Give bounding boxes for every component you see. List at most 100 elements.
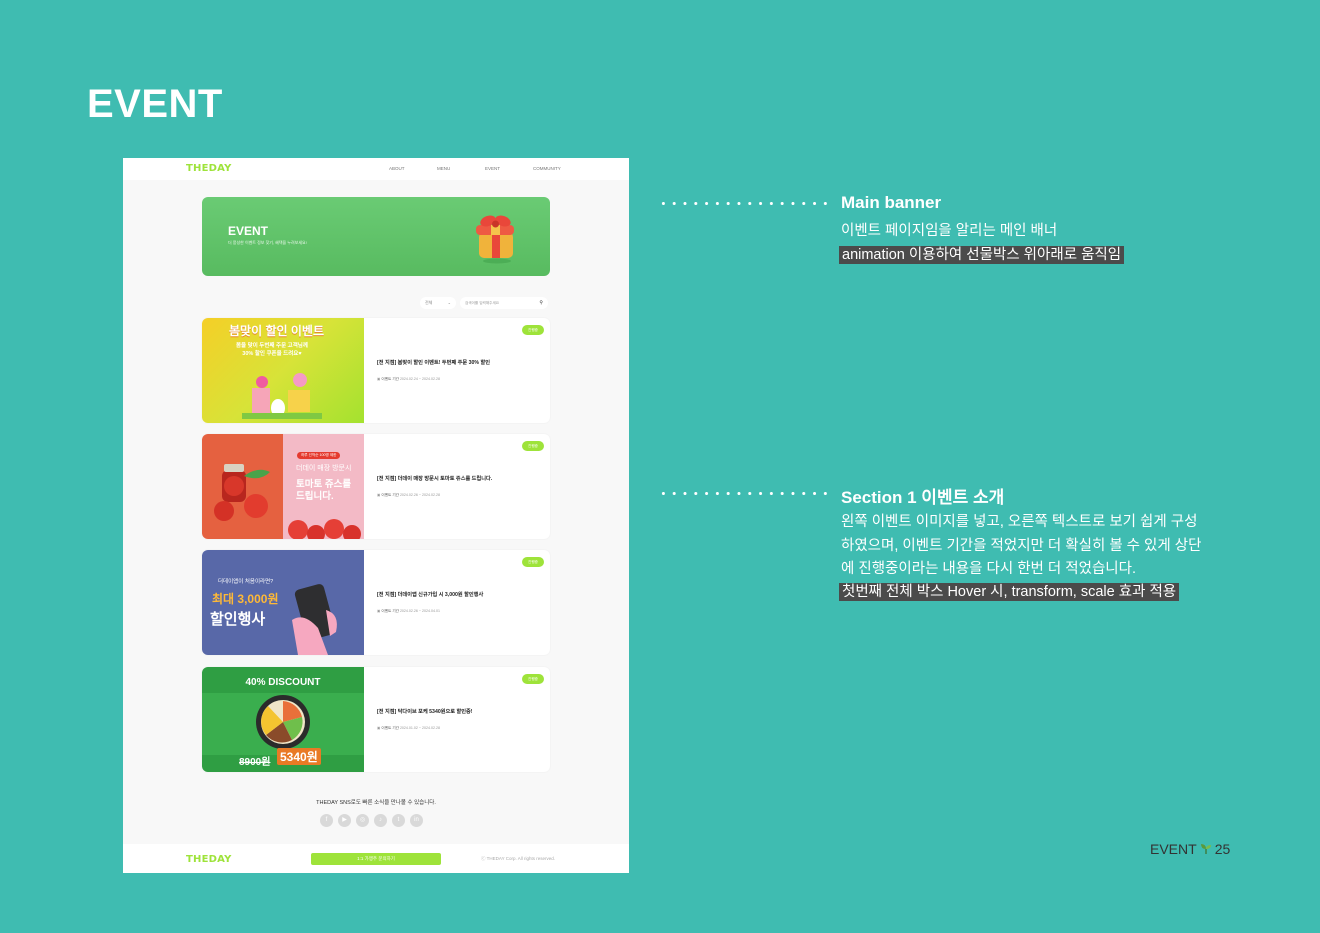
event-title: [전 지점] 닥다이브 포케 5340원으로 할인중! bbox=[377, 709, 473, 715]
event-card[interactable]: 하루 선착순 100명 제한 더데이 매장 방문시 토마토 쥬스를 드립니다. … bbox=[202, 434, 550, 539]
category-select-value: 전체 bbox=[425, 300, 433, 305]
banner-title: EVENT bbox=[228, 224, 269, 238]
event-date-value: 2024.02.26 ~ 2024.04.01 bbox=[399, 609, 441, 613]
search-input[interactable]: 검색어를 입력해주세요 ⚲ bbox=[460, 297, 548, 309]
mock-nav-menu: ABOUT MENU EVENT COMMUNITY bbox=[389, 166, 581, 171]
event-title: [전 지점] 더데이앱 신규가입 시 3,000원 할인행사 bbox=[377, 592, 484, 598]
sns-icon-row: f ▶ ◎ ♪ t in bbox=[320, 814, 423, 827]
event-image-spring: 봄맞이 할인 이벤트 봄을 맞이 두번째 주문 고객님께 30% 할인 쿠폰을 … bbox=[202, 318, 364, 423]
poke-bowl-illustration bbox=[256, 695, 310, 749]
event-image-line: 최대 3,000원 bbox=[212, 592, 279, 606]
status-badge: 진행중 bbox=[522, 325, 544, 335]
youtube-icon[interactable]: ▶ bbox=[338, 814, 351, 827]
event-date-value: 2024.02.26 ~ 2024.02.28 bbox=[399, 493, 441, 497]
event-date-label: 이벤트 기간 bbox=[381, 377, 399, 381]
page-number-value: 25 bbox=[1214, 841, 1231, 857]
event-image-line: 봄을 맞이 두번째 주문 고객님께 bbox=[236, 343, 308, 349]
facebook-icon[interactable]: f bbox=[320, 814, 333, 827]
twitter-icon[interactable]: t bbox=[392, 814, 405, 827]
mock-footer: THEDAY 1:1 가맹주 문의하기 ⓒ THEDAY Corp. All r… bbox=[123, 844, 629, 873]
page-number: EVENT 25 bbox=[1150, 841, 1230, 857]
event-image-poke: 40% DISCOUNT 8900원 5340원 bbox=[202, 667, 364, 772]
event-image-pill: 하루 선착순 100명 제한 bbox=[297, 452, 341, 459]
event-date: ▣ 이벤트 기간 2024.02.26 ~ 2024.04.01 bbox=[377, 609, 440, 614]
flowers-gifts-illustration bbox=[242, 373, 322, 419]
event-image-line: 토마토 쥬스를 bbox=[296, 479, 352, 490]
annotation-title: Section 1 이벤트 소개 bbox=[841, 488, 1005, 507]
tomatoes-illustration bbox=[288, 519, 361, 539]
event-info: 진행중 [전 지점] 봄맞이 할인 이벤트! 두번째 주문 30% 할인 ▣ 이… bbox=[377, 318, 550, 423]
nav-item-about[interactable]: ABOUT bbox=[389, 166, 437, 171]
event-date-value: 2024.01.02 ~ 2024.02.28 bbox=[399, 726, 441, 730]
footer-logo[interactable]: THEDAY bbox=[186, 854, 232, 865]
event-title: [전 지점] 봄맞이 할인 이벤트! 두번째 주문 30% 할인 bbox=[377, 360, 491, 366]
annotation-text: 하였으며, 이벤트 기간을 적었지만 더 확실히 볼 수 있게 상단 bbox=[841, 538, 1202, 554]
event-date: ▣ 이벤트 기간 2024.02.24 ~ 2024.02.28 bbox=[377, 377, 440, 382]
old-price: 8900원 bbox=[239, 757, 271, 768]
event-date: ▣ 이벤트 기간 2024.01.02 ~ 2024.02.28 bbox=[377, 726, 440, 731]
annotation-text: 왼쪽 이벤트 이미지를 넣고, 오른쪽 텍스트로 보기 쉽게 구성 bbox=[841, 514, 1198, 530]
status-badge: 진행중 bbox=[522, 441, 544, 451]
event-info: 진행중 [전 지점] 더데이 매장 방문시 토마토 쥬스를 드립니다. ▣ 이벤… bbox=[377, 434, 550, 539]
page-section-label: EVENT bbox=[1150, 841, 1197, 857]
event-image-tomato: 하루 선착순 100명 제한 더데이 매장 방문시 토마토 쥬스를 드립니다. bbox=[202, 434, 364, 539]
annotation-leader-dots bbox=[658, 202, 828, 205]
instagram-icon[interactable]: ◎ bbox=[356, 814, 369, 827]
inquiry-button[interactable]: 1:1 가맹주 문의하기 bbox=[311, 853, 441, 865]
event-image-line: 드립니다. bbox=[296, 491, 334, 502]
annotation-highlight: animation 이용하여 선물박스 위아래로 움직임 bbox=[839, 244, 1125, 268]
annotation-text: 에 진행중이라는 내용을 다시 한번 더 적었습니다. bbox=[841, 561, 1136, 577]
event-info: 진행중 [전 지점] 더데이앱 신규가입 시 3,000원 할인행사 ▣ 이벤트… bbox=[377, 550, 550, 655]
copyright-text: ⓒ THEDAY Corp. All rights reserved. bbox=[481, 856, 556, 861]
mock-navbar: THEDAY ABOUT MENU EVENT COMMUNITY bbox=[123, 158, 629, 180]
event-date-label: 이벤트 기간 bbox=[381, 609, 399, 613]
event-image-line: 더데이앱이 처음이라면? bbox=[218, 579, 274, 585]
annotation-title: Main banner bbox=[841, 193, 942, 212]
event-info: 진행중 [전 지점] 닥다이브 포케 5340원으로 할인중! ▣ 이벤트 기간… bbox=[377, 667, 550, 772]
event-title: [전 지점] 더데이 매장 방문시 토마토 쥬스를 드립니다. bbox=[377, 476, 493, 482]
search-icon[interactable]: ⚲ bbox=[539, 300, 543, 306]
event-image-app: 더데이앱이 처음이라면? 최대 3,000원 할인행사 bbox=[202, 550, 364, 655]
new-price: 5340원 bbox=[277, 748, 321, 765]
event-date: ▣ 이벤트 기간 2024.02.26 ~ 2024.02.28 bbox=[377, 493, 440, 498]
main-banner: EVENT 더 풍성한 이벤트 정보 찾기, 혜택을 누려보세요! bbox=[202, 197, 550, 276]
annotation-text: 이벤트 페이지임을 알리는 메인 배너 bbox=[841, 223, 1058, 239]
event-image-text: 토마토 쥬스를 드립니다. bbox=[296, 479, 351, 503]
event-card[interactable]: 봄맞이 할인 이벤트 봄을 맞이 두번째 주문 고객님께 30% 할인 쿠폰을 … bbox=[202, 318, 550, 423]
event-card[interactable]: 40% DISCOUNT 8900원 5340원 진행중 [전 지점] 닥다이브… bbox=[202, 667, 550, 772]
event-date-label: 이벤트 기간 bbox=[381, 493, 399, 497]
status-badge: 진행중 bbox=[522, 557, 544, 567]
sns-text: THEDAY SNS로도 빠른 소식을 만나볼 수 있습니다. bbox=[316, 800, 436, 806]
event-image-line: 30% 할인 쿠폰을 드려요♥ bbox=[242, 351, 302, 357]
banner-subtitle: 더 풍성한 이벤트 정보 찾기, 혜택을 누려보세요! bbox=[228, 240, 307, 245]
chevron-down-icon: ⌄ bbox=[447, 300, 451, 305]
nav-item-event[interactable]: EVENT bbox=[485, 166, 533, 171]
tiktok-icon[interactable]: ♪ bbox=[374, 814, 387, 827]
annotation-leader-dots bbox=[658, 492, 828, 495]
search-bar: 전체 ⌄ 검색어를 입력해주세요 ⚲ bbox=[420, 297, 548, 309]
event-date-value: 2024.02.24 ~ 2024.02.28 bbox=[399, 377, 441, 381]
annotation-highlight-text: animation 이용하여 선물박스 위아래로 움직임 bbox=[839, 246, 1125, 264]
nav-item-community[interactable]: COMMUNITY bbox=[533, 166, 581, 171]
category-select[interactable]: 전체 ⌄ bbox=[420, 297, 456, 309]
search-placeholder: 검색어를 입력해주세요 bbox=[465, 300, 500, 305]
nav-item-menu[interactable]: MENU bbox=[437, 166, 485, 171]
event-image-text: 봄을 맞이 두번째 주문 고객님께 30% 할인 쿠폰을 드려요♥ bbox=[236, 342, 308, 358]
status-badge: 진행중 bbox=[522, 674, 544, 684]
website-mockup: THEDAY ABOUT MENU EVENT COMMUNITY EVENT … bbox=[123, 158, 629, 873]
event-image-headline: 40% DISCOUNT bbox=[245, 677, 321, 688]
event-image-line: 더데이 매장 방문시 bbox=[296, 465, 352, 472]
event-image-line: 할인행사 bbox=[210, 611, 266, 628]
sprout-icon bbox=[1200, 844, 1211, 854]
linkedin-icon[interactable]: in bbox=[410, 814, 423, 827]
annotation-highlight-text: 첫번째 전체 박스 Hover 시, transform, scale 효과 적… bbox=[839, 583, 1180, 601]
event-card[interactable]: 더데이앱이 처음이라면? 최대 3,000원 할인행사 진행중 [전 지점] 더… bbox=[202, 550, 550, 655]
annotation-highlight: 첫번째 전체 박스 Hover 시, transform, scale 효과 적… bbox=[839, 581, 1180, 605]
phone-hand-illustration bbox=[292, 584, 337, 655]
page-title: EVENT bbox=[87, 82, 223, 126]
mock-logo[interactable]: THEDAY bbox=[186, 163, 232, 174]
tomato-juice-illustration bbox=[214, 464, 270, 521]
event-image-headline: 봄맞이 할인 이벤트 bbox=[229, 324, 324, 338]
event-date-label: 이벤트 기간 bbox=[381, 726, 399, 730]
gift-box-icon bbox=[476, 215, 514, 264]
